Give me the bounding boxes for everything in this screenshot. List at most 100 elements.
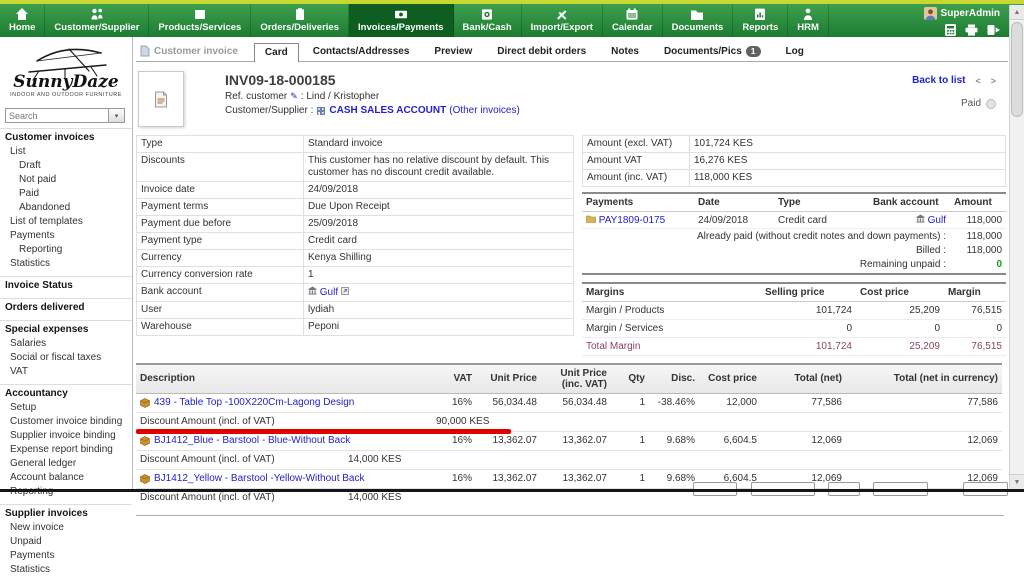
margins-table: Margins Selling price Cost price Margin … bbox=[582, 281, 1006, 356]
sidebar-item-draft[interactable]: Draft bbox=[0, 159, 132, 173]
clipboard-icon bbox=[295, 8, 304, 20]
menu-invoices-payments[interactable]: Invoices/Payments bbox=[349, 4, 454, 37]
vertical-scrollbar[interactable]: ▲ ▼ bbox=[1009, 5, 1024, 489]
sidebar-heading-customer-invoices[interactable]: Customer invoices bbox=[0, 128, 132, 145]
search-input[interactable] bbox=[5, 108, 109, 123]
printer-icon[interactable] bbox=[965, 24, 978, 36]
tab-preview[interactable]: Preview bbox=[423, 42, 483, 61]
payments-summary-row: Already paid (without credit notes and d… bbox=[696, 230, 1002, 242]
people-icon bbox=[91, 8, 103, 20]
sidebar-item-supplier-invoice-binding[interactable]: Supplier invoice binding bbox=[0, 429, 132, 443]
external-link-icon[interactable] bbox=[340, 287, 349, 295]
sidebar-item-unpaid[interactable]: Unpaid bbox=[0, 535, 132, 549]
amounts-table: Amount (excl. VAT) 101,724 KES Amount VAT… bbox=[582, 135, 1006, 187]
menu-documents[interactable]: Documents bbox=[663, 4, 734, 37]
menu-label: Invoices/Payments bbox=[358, 22, 444, 33]
sidebar-heading-supplier-invoices[interactable]: Supplier invoices bbox=[0, 504, 132, 521]
sidebar-item-statistics[interactable]: Statistics bbox=[0, 257, 132, 271]
product-link[interactable]: 439 - Table Top -100X220Cm-Lagong Design bbox=[154, 397, 354, 409]
menu-label: Reports bbox=[742, 22, 779, 33]
menu-home[interactable]: Home bbox=[0, 4, 46, 37]
tab-documents-pics[interactable]: Documents/Pics 1 bbox=[653, 42, 772, 61]
invoice-photo-box[interactable] bbox=[138, 71, 184, 127]
sidebar-item-list[interactable]: List bbox=[0, 145, 132, 159]
tab-direct-debit-orders[interactable]: Direct debit orders bbox=[486, 42, 597, 61]
payment-ref-link[interactable]: PAY1809-0175 bbox=[599, 215, 665, 226]
payments-summary-row: Remaining unpaid :0 bbox=[582, 257, 1006, 275]
payment-bank-link[interactable]: Gulf bbox=[928, 215, 946, 226]
table-row: Type Standard invoice bbox=[136, 135, 574, 153]
bank-account-link[interactable]: Gulf bbox=[320, 287, 338, 298]
tab-log[interactable]: Log bbox=[775, 42, 815, 61]
pager-next[interactable]: > bbox=[991, 76, 996, 86]
brand-logo-graphic: SunnyDaze bbox=[13, 48, 118, 92]
sidebar-item-list-of-templates[interactable]: List of templates bbox=[0, 215, 132, 229]
user-name[interactable]: SuperAdmin bbox=[941, 8, 1000, 19]
tab-notes[interactable]: Notes bbox=[600, 42, 650, 61]
edit-pencil-icon[interactable]: ✎ bbox=[290, 91, 298, 102]
logout-icon[interactable] bbox=[987, 24, 1000, 36]
user-box: SuperAdmin bbox=[923, 7, 1000, 36]
tab-contacts-addresses[interactable]: Contacts/Addresses bbox=[302, 42, 421, 61]
sidebar-item-abandoned[interactable]: Abandoned bbox=[0, 201, 132, 215]
back-to-list-link[interactable]: Back to list bbox=[912, 75, 965, 86]
customer-link[interactable]: CASH SALES ACCOUNT bbox=[329, 105, 446, 116]
menu-label: Import/Export bbox=[530, 22, 593, 33]
menu-label: Orders/Deliveries bbox=[260, 22, 339, 33]
payment-row: PAY1809-0175 24/09/2018 Credit card Gulf… bbox=[582, 211, 1006, 229]
sidebar-item-acct-reporting[interactable]: Reporting bbox=[0, 485, 132, 499]
payment-folder-icon bbox=[586, 215, 596, 223]
tab-card[interactable]: Card bbox=[253, 43, 299, 62]
menu-bank-cash[interactable]: Bank/Cash bbox=[454, 4, 522, 37]
calculator-icon[interactable] bbox=[945, 24, 956, 36]
top-accent-bar bbox=[0, 0, 1024, 4]
menu-calendar[interactable]: Calendar bbox=[603, 4, 663, 37]
status-label: Paid bbox=[960, 98, 981, 109]
scroll-down-button[interactable]: ▼ bbox=[1010, 474, 1024, 489]
sidebar-item-new-invoice[interactable]: New invoice bbox=[0, 521, 132, 535]
product-link[interactable]: BJ1412_Blue - Barstool - Blue-Without Ba… bbox=[154, 435, 350, 447]
main-content: Customer invoice Card Contacts/Addresses… bbox=[134, 37, 1008, 516]
product-link[interactable]: BJ1412_Yellow - Barstool -Yellow-Without… bbox=[154, 473, 364, 485]
sidebar-item-expense-report-binding[interactable]: Expense report binding bbox=[0, 443, 132, 457]
sidebar-item-setup[interactable]: Setup bbox=[0, 401, 132, 415]
menu-customer-supplier[interactable]: Customer/Supplier bbox=[45, 4, 150, 37]
sidebar-item-account-balance[interactable]: Account balance bbox=[0, 471, 132, 485]
sidebar-item-supplier-payments[interactable]: Payments bbox=[0, 549, 132, 563]
sidebar-heading-special-expenses[interactable]: Special expenses bbox=[0, 320, 132, 337]
discount-amount: 90,000 KES bbox=[436, 415, 490, 427]
search-dropdown-button[interactable]: ▾ bbox=[109, 108, 125, 123]
sidebar-item-payments[interactable]: Payments bbox=[0, 229, 132, 243]
menu-label: HRM bbox=[797, 22, 819, 33]
payments-summary-row: Billed :118,000 bbox=[915, 244, 1002, 256]
menu-label: Customer/Supplier bbox=[54, 22, 140, 33]
sidebar-item-social-fiscal-taxes[interactable]: Social or fiscal taxes bbox=[0, 351, 132, 365]
menu-reports[interactable]: Reports bbox=[733, 4, 789, 37]
sidebar-heading-accountancy[interactable]: Accountancy bbox=[0, 384, 132, 401]
scrollbar-thumb[interactable] bbox=[1011, 22, 1023, 117]
sidebar-item-salaries[interactable]: Salaries bbox=[0, 337, 132, 351]
table-row: Bank account Gulf bbox=[136, 283, 574, 302]
sidebar-item-paid[interactable]: Paid bbox=[0, 187, 132, 201]
other-invoices-link[interactable]: (Other invoices) bbox=[449, 105, 520, 116]
menu-products-services[interactable]: Products/Services bbox=[149, 4, 252, 37]
sidebar-item-reporting[interactable]: Reporting bbox=[0, 243, 132, 257]
sidebar-heading-invoice-status[interactable]: Invoice Status bbox=[0, 276, 132, 293]
sidebar-item-vat[interactable]: VAT bbox=[0, 365, 132, 379]
product-cube-icon bbox=[140, 397, 150, 408]
table-row: Payment due before 25/09/2018 bbox=[136, 215, 574, 233]
line-row: 439 - Table Top -100X220Cm-Lagong Design… bbox=[136, 393, 1002, 413]
menu-orders-deliveries[interactable]: Orders/Deliveries bbox=[251, 4, 349, 37]
context-label: Customer invoice bbox=[138, 42, 244, 61]
pager-prev[interactable]: < bbox=[975, 76, 980, 86]
sidebar-item-supplier-statistics[interactable]: Statistics bbox=[0, 563, 132, 577]
sidebar-item-general-ledger[interactable]: General ledger bbox=[0, 457, 132, 471]
sidebar-item-not-paid[interactable]: Not paid bbox=[0, 173, 132, 187]
sidebar-heading-orders-delivered[interactable]: Orders delivered bbox=[0, 298, 132, 315]
table-row: Payment type Credit card bbox=[136, 232, 574, 250]
sidebar-item-customer-invoice-binding[interactable]: Customer invoice binding bbox=[0, 415, 132, 429]
menu-hrm[interactable]: HRM bbox=[788, 4, 829, 37]
menu-import-export[interactable]: Import/Export bbox=[522, 4, 603, 37]
scroll-up-button[interactable]: ▲ bbox=[1010, 5, 1024, 20]
menu-label: Products/Services bbox=[158, 22, 242, 33]
